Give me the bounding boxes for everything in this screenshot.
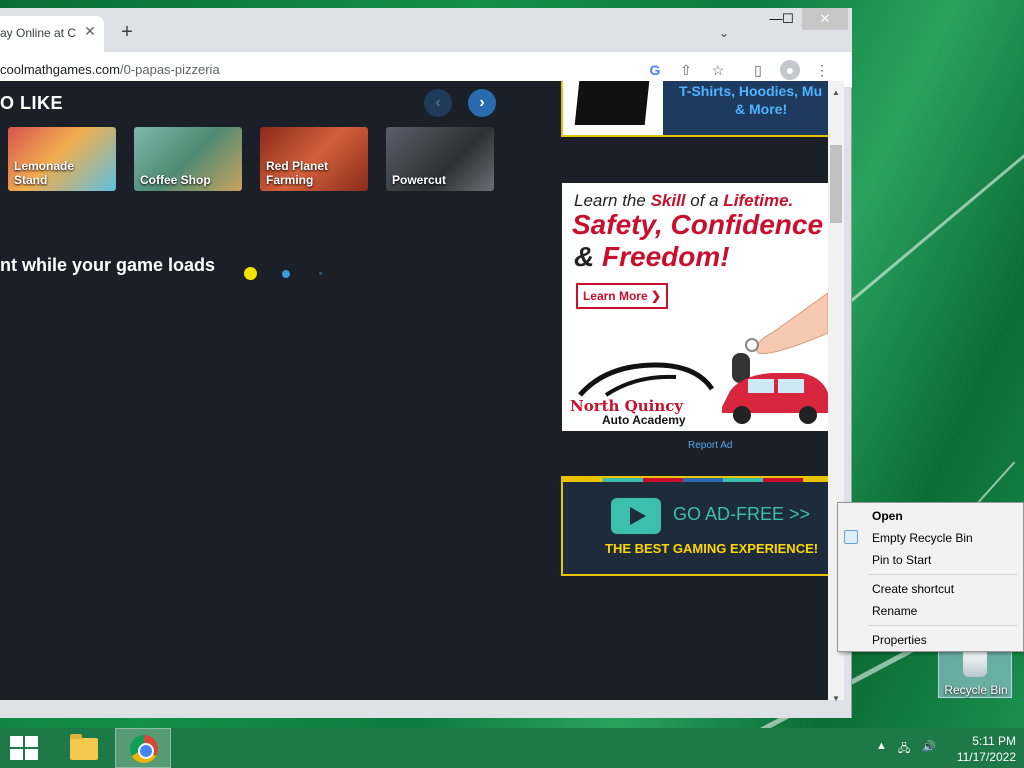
menu-separator	[868, 574, 1018, 575]
ad-tagline: Learn the Skill of a Lifetime.	[574, 191, 794, 210]
color-stripe	[803, 478, 828, 482]
scroll-up-arrow-icon[interactable]: ▲	[828, 85, 844, 101]
windows-logo-icon	[25, 736, 38, 747]
share-icon[interactable]: ⇧	[676, 60, 696, 80]
menu-item-pin-to-start[interactable]: Pin to Start	[872, 553, 931, 567]
ad-headline-2: & Freedom!	[574, 241, 730, 272]
color-stripe	[643, 478, 683, 482]
bookmark-star-icon[interactable]: ☆	[708, 60, 728, 80]
game-thumb-powercut[interactable]: Powercut	[386, 127, 494, 191]
recycle-bin-icon	[963, 649, 987, 677]
learn-more-button[interactable]: Learn More ❯	[576, 283, 668, 309]
folder-icon	[70, 734, 98, 760]
merch-ad[interactable]: T-Shirts, Hoodies, Mu & More!	[561, 81, 828, 137]
url-text[interactable]: coolmathgames.com/0-papas-pizzeria	[0, 62, 220, 77]
windows-logo-icon	[10, 736, 23, 747]
play-icon	[611, 498, 661, 534]
taskbar-chrome[interactable]	[115, 728, 171, 768]
windows-logo-icon	[25, 749, 38, 760]
go-ad-free-banner[interactable]: GO AD-FREE >> THE BEST GAMING EXPERIENCE…	[561, 476, 828, 576]
new-tab-button[interactable]: +	[116, 22, 138, 44]
browser-tab[interactable]: ay Online at C ✕	[0, 16, 104, 52]
color-stripe	[683, 478, 723, 482]
network-icon[interactable]: 🖧	[898, 740, 910, 759]
scroll-down-arrow-icon[interactable]: ▼	[828, 691, 844, 707]
ad-brand-subtitle: Auto Academy	[602, 413, 686, 427]
taskbar-file-explorer[interactable]	[54, 728, 110, 768]
color-stripe	[763, 478, 803, 482]
red-car-illustration	[722, 373, 828, 424]
volume-icon[interactable]: 🔊	[922, 740, 936, 753]
taskbar: ▲ 🖧 🔊 5:11 PM 11/17/2022	[0, 728, 1024, 768]
profile-avatar-icon[interactable]: ●	[780, 60, 800, 80]
menu-separator	[868, 625, 1018, 626]
game-title: Powercut	[392, 173, 447, 187]
color-stripe	[723, 478, 763, 482]
tshirt-image	[574, 81, 650, 125]
game-title: Coffee Shop	[140, 173, 211, 187]
close-window-button[interactable]: ✕	[802, 8, 848, 30]
loading-message: nt while your game loads	[0, 255, 216, 275]
driving-school-ad[interactable]: Learn the Skill of a Lifetime. Safety, C…	[562, 183, 828, 431]
chrome-icon	[130, 735, 158, 763]
car-logo-illustration	[578, 362, 715, 397]
game-thumb-lemonade-stand[interactable]: Lemonade Stand	[8, 127, 116, 191]
game-thumb-coffee-shop[interactable]: Coffee Shop	[134, 127, 242, 191]
context-menu: Open Empty Recycle Bin Pin to Start Crea…	[837, 502, 1024, 652]
loading-dot	[244, 267, 257, 280]
side-panel-icon[interactable]: ▯	[748, 60, 768, 80]
recycle-bin-label: Recycle Bin	[944, 683, 1008, 697]
empty-recycle-bin-icon	[844, 530, 858, 544]
recycle-bin-desktop-icon[interactable]: Recycle Bin	[938, 644, 1012, 698]
show-hidden-icons-icon[interactable]: ▲	[876, 740, 887, 752]
section-heading: O LIKE	[0, 93, 64, 113]
tab-close-icon[interactable]: ✕	[82, 23, 98, 39]
tab-search-icon[interactable]: ⌄	[714, 26, 734, 42]
menu-item-rename[interactable]: Rename	[872, 604, 917, 618]
carousel-next-button[interactable]: ›	[468, 89, 496, 117]
wallpaper-streak	[850, 107, 1024, 303]
report-ad-link[interactable]: Report Ad	[688, 440, 732, 451]
menu-item-empty-recycle-bin[interactable]: Empty Recycle Bin	[872, 531, 973, 545]
tab-title: ay Online at C	[0, 26, 77, 40]
url-domain: coolmathgames.com	[0, 62, 120, 77]
ad-headline: Safety, Confidence	[572, 209, 824, 240]
web-page: O LIKE ‹ › Lemonade Stand Coffee Shop Re…	[0, 81, 828, 700]
game-thumb-red-planet-farming[interactable]: Red Planet Farming	[260, 127, 368, 191]
ad-free-subtitle: THE BEST GAMING EXPERIENCE!	[605, 541, 819, 556]
windows-logo-icon	[10, 749, 23, 760]
loading-dot	[282, 270, 290, 278]
game-title: Red Planet Farming	[266, 159, 329, 187]
maximize-button[interactable]: ☐	[772, 8, 804, 30]
google-lens-icon[interactable]: G	[645, 60, 665, 80]
start-button[interactable]	[8, 736, 38, 760]
url-path: /0-papas-pizzeria	[119, 62, 220, 77]
clock-date: 11/17/2022	[956, 750, 1016, 764]
system-clock[interactable]: 5:11 PM 11/17/2022	[946, 733, 1016, 765]
menu-item-properties[interactable]: Properties	[872, 633, 927, 647]
color-stripe	[603, 478, 643, 482]
menu-kebab-icon[interactable]: ⋮	[812, 60, 832, 80]
clock-time: 5:11 PM	[972, 734, 1016, 748]
scrollbar-thumb[interactable]	[830, 145, 842, 223]
merch-ad-line2: & More!	[735, 101, 788, 117]
loading-dot	[319, 272, 322, 275]
menu-item-create-shortcut[interactable]: Create shortcut	[872, 582, 954, 596]
menu-item-open[interactable]: Open	[872, 509, 903, 523]
game-title: Lemonade Stand	[14, 159, 75, 187]
color-stripe	[563, 478, 603, 482]
tab-strip: ay Online at C ✕ + ⌄ — ☐ ✕	[0, 8, 852, 52]
carousel-prev-button[interactable]: ‹	[424, 89, 452, 117]
ad-free-title: GO AD-FREE >>	[673, 504, 811, 524]
merch-ad-line1: T-Shirts, Hoodies, Mu	[679, 83, 823, 99]
